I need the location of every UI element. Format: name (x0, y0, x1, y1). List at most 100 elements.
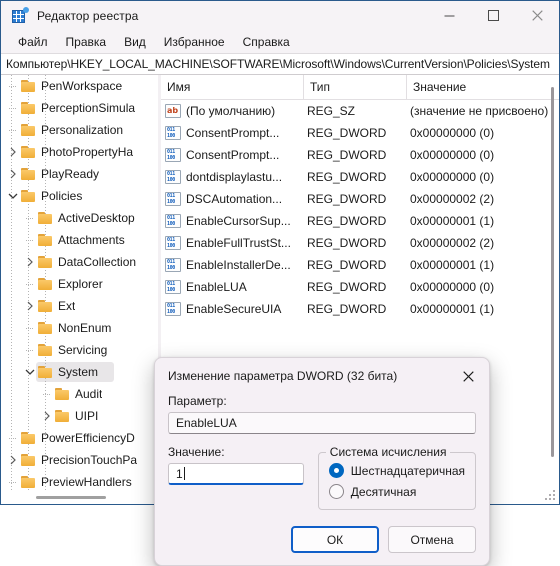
tree-item-powerefficiencyd[interactable]: PowerEfficiencyD (1, 427, 158, 449)
ok-button[interactable]: ОК (291, 526, 379, 553)
registry-editor-icon (12, 6, 29, 24)
chevron-right-icon[interactable] (5, 455, 20, 465)
maximize-button[interactable] (471, 1, 515, 30)
tree-item-label: System (58, 365, 99, 379)
value-row[interactable]: 011 100 EnableInstallerDe... REG_DWORD 0x000… (161, 254, 559, 276)
cancel-button[interactable]: Отмена (388, 526, 476, 553)
chevron-down-icon[interactable] (5, 192, 20, 200)
chevron-right-icon[interactable] (22, 301, 37, 311)
value-row[interactable]: 011 100 dontdisplaylastu... REG_DWORD 0x0000… (161, 166, 559, 188)
folder-icon (37, 277, 54, 291)
close-icon (462, 370, 474, 382)
tree-item-datacollection[interactable]: DataCollection (1, 251, 158, 273)
dialog-close-button[interactable] (453, 363, 483, 389)
folder-icon (20, 101, 37, 115)
tree-item-servicing[interactable]: Servicing (1, 339, 158, 361)
radix-group: Система исчисления Шестнадцатеричная Дес… (317, 445, 476, 510)
tree-item-playready[interactable]: PlayReady (1, 163, 158, 185)
column-header-name[interactable]: Имя (161, 75, 303, 99)
resize-grip[interactable] (545, 490, 557, 502)
tree-item-label: Servicing (58, 343, 108, 357)
menu-view[interactable]: Вид (115, 33, 155, 51)
dword-value-icon: 011 100 (165, 170, 181, 184)
value-data: 0x00000000 (0) (410, 170, 495, 184)
registry-path: Компьютер\HKEY_LOCAL_MACHINE\SOFTWARE\Mi… (6, 57, 550, 71)
chevron-right-icon[interactable] (39, 411, 54, 421)
tree-item-ext[interactable]: Ext (1, 295, 158, 317)
dword-value-icon: 011 100 (165, 148, 181, 162)
value-name: EnableCursorSup... (186, 214, 291, 228)
tree-item-label: NonEnum (58, 321, 112, 335)
tree-indent-spacer (22, 327, 37, 330)
dword-value-icon: 011 100 (165, 214, 181, 228)
tree-item-penworkspace[interactable]: PenWorkspace (1, 75, 158, 97)
menu-favorites[interactable]: Избранное (155, 33, 234, 51)
chevron-right-icon[interactable] (5, 169, 20, 179)
value-data: 0x00000000 (0) (410, 280, 495, 294)
tree-item-nonenum[interactable]: NonEnum (1, 317, 158, 339)
value-data: 0x00000002 (2) (410, 236, 495, 250)
value-row[interactable]: 011 100 EnableCursorSup... REG_DWORD 0x00000… (161, 210, 559, 232)
tree-item-precisiontouchpa[interactable]: PrecisionTouchPa (1, 449, 158, 471)
value-row[interactable]: 011 100 ConsentPrompt... REG_DWORD 0x0000000… (161, 144, 559, 166)
column-header-value[interactable]: Значение (406, 75, 559, 99)
registry-tree[interactable]: PenWorkspace PerceptionSimula Personalizat… (1, 75, 158, 491)
value-row[interactable]: ab (По умолчанию) REG_SZ (значение не присв… (161, 100, 559, 122)
tree-item-label: PhotoPropertyHa (41, 145, 134, 159)
parameter-name-input[interactable]: EnableLUA (168, 412, 476, 434)
tree-horizontal-scrollbar[interactable] (1, 491, 158, 504)
text-caret (183, 467, 185, 480)
value-type: REG_DWORD (307, 126, 387, 140)
string-value-icon: ab (165, 104, 181, 118)
close-button[interactable] (515, 1, 559, 30)
tree-item-personalization[interactable]: Personalization (1, 119, 158, 141)
value-type: REG_DWORD (307, 148, 387, 162)
value-type: REG_DWORD (307, 258, 387, 272)
value-name: dontdisplaylastu... (186, 170, 283, 184)
tree-item-audit[interactable]: Audit (1, 383, 158, 405)
radio-decimal[interactable]: Десятичная (328, 481, 465, 502)
tree-item-activedesktop[interactable]: ActiveDesktop (1, 207, 158, 229)
tree-item-label: Audit (75, 387, 103, 401)
title-bar: Редактор реестра (1, 1, 559, 30)
tree-item-previewhandlers[interactable]: PreviewHandlers (1, 471, 158, 491)
value-row[interactable]: 011 100 EnableLUA REG_DWORD 0x00000000 (0) (161, 276, 559, 298)
window-title: Редактор реестра (37, 8, 139, 23)
menu-edit[interactable]: Правка (57, 33, 116, 51)
dword-value-icon: 011 100 (165, 258, 181, 272)
tree-item-system[interactable]: System (1, 361, 158, 383)
tree-item-label: Personalization (41, 123, 124, 137)
tree-item-perceptionsimula[interactable]: PerceptionSimula (1, 97, 158, 119)
list-vertical-scrollbar[interactable] (546, 75, 559, 504)
dword-value-icon: 011 100 (165, 280, 181, 294)
tree-item-attachments[interactable]: Attachments (1, 229, 158, 251)
radio-hexadecimal[interactable]: Шестнадцатеричная (328, 460, 465, 481)
tree-item-explorer[interactable]: Explorer (1, 273, 158, 295)
value-name: (По умолчанию) (186, 104, 276, 118)
folder-icon (37, 321, 54, 335)
folder-icon (54, 409, 71, 423)
tree-item-policies[interactable]: Policies (1, 185, 158, 207)
tree-item-uipi[interactable]: UIPI (1, 405, 158, 427)
folder-icon (37, 365, 54, 379)
address-bar[interactable]: Компьютер\HKEY_LOCAL_MACHINE\SOFTWARE\Mi… (1, 53, 559, 75)
menu-file[interactable]: Файл (9, 33, 57, 51)
minimize-button[interactable] (427, 1, 471, 30)
menu-help[interactable]: Справка (234, 33, 299, 51)
value-data-input[interactable]: 1 (168, 463, 304, 485)
chevron-right-icon[interactable] (22, 257, 37, 267)
value-row[interactable]: 011 100 EnableFullTrustSt... REG_DWORD 0x000… (161, 232, 559, 254)
value-row[interactable]: 011 100 DSCAutomation... REG_DWORD 0x0000000… (161, 188, 559, 210)
tree-item-photopropertyha[interactable]: PhotoPropertyHa (1, 141, 158, 163)
chevron-down-icon[interactable] (22, 368, 37, 376)
value-label: Значение: (168, 445, 225, 459)
registry-editor-window: Редактор реестра Файл Правка Вид Избранн… (0, 0, 560, 566)
value-row[interactable]: 011 100 EnableSecureUIA REG_DWORD 0x00000001… (161, 298, 559, 320)
value-row[interactable]: 011 100 ConsentPrompt... REG_DWORD 0x0000000… (161, 122, 559, 144)
chevron-right-icon[interactable] (5, 147, 20, 157)
value-name: DSCAutomation... (186, 192, 283, 206)
value-type: REG_SZ (307, 104, 356, 118)
value-field-group: Значение: 1 (168, 445, 304, 485)
column-header-type[interactable]: Тип (303, 75, 406, 99)
tree-item-label: Explorer (58, 277, 103, 291)
